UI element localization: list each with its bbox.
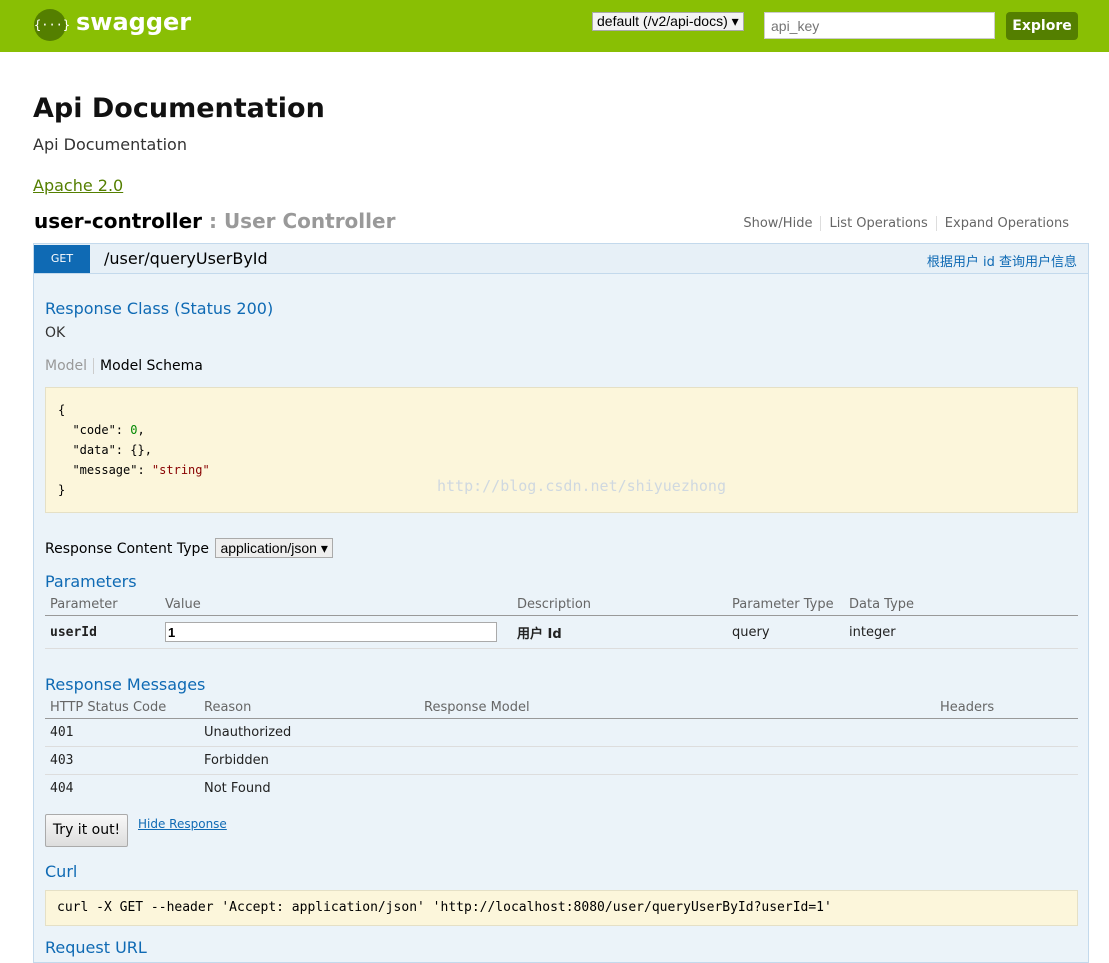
col-value: Value [160,594,512,616]
param-name: userId [45,615,160,649]
response-content-type-select[interactable]: application/json ▾ [215,538,333,558]
http-verb-badge[interactable]: GET [34,245,90,273]
col-headers: Headers [935,697,1078,719]
response-content-type-label: Response Content Type [45,541,209,557]
status-code: 401 [45,718,199,747]
col-parameter: Parameter [45,594,160,616]
schema-line: "code": 0, [58,423,145,437]
param-value-cell [160,615,512,649]
status-reason: Not Found [204,781,271,796]
spec-select[interactable]: default (/v2/api-docs) ▾ [592,12,744,31]
explore-button[interactable]: Explore [1006,12,1078,40]
col-reason: Reason [199,697,419,719]
show-hide-link[interactable]: Show/Hide [735,216,820,231]
curl-command[interactable]: curl -X GET --header 'Accept: applicatio… [45,890,1078,926]
operation-path[interactable]: /user/queryUserById [104,249,268,268]
operation-panel: GET /user/queryUserById 根据用户 id 查询用户信息 R… [33,243,1089,963]
col-parameter-type: Parameter Type [727,594,844,616]
curl-heading: Curl [45,862,78,881]
status-reason: Forbidden [199,746,419,775]
controller-name[interactable]: user-controller [34,209,202,233]
response-class-value: OK [45,325,66,341]
operation-summary[interactable]: 根据用户 id 查询用户信息 [927,251,1077,270]
controller-description: : User Controller [202,209,396,233]
col-description: Description [512,594,727,616]
param-type: query [727,615,844,649]
response-class-heading: Response Class (Status 200) [45,299,274,318]
status-code: 404 [50,781,74,796]
api-key-input[interactable] [764,12,995,39]
list-operations-link[interactable]: List Operations [820,216,936,231]
swagger-logo-icon: {···} [34,9,70,41]
controller-heading[interactable]: user-controller : User Controller [34,209,395,233]
license-link[interactable]: Apache 2.0 [33,176,123,195]
status-code: 403 [45,746,199,775]
api-description: Api Documentation [33,135,187,154]
col-data-type: Data Type [844,594,1078,616]
watermark: http://blog.csdn.net/shiyuezhong [437,477,726,495]
tab-model-schema[interactable]: Model Schema [94,358,203,374]
tab-model[interactable]: Model [45,358,95,374]
model-tabs: Model Model Schema [45,358,203,374]
col-response-model: Response Model [419,697,935,719]
response-messages-heading: Response Messages [45,675,206,694]
hide-response-link[interactable]: Hide Response [138,817,227,831]
try-it-out-button[interactable]: Try it out! [45,814,128,847]
table-row: userId 用户 Id query integer [45,615,1078,649]
parameters-table: Parameter Value Description Parameter Ty… [45,594,1078,649]
expand-operations-link[interactable]: Expand Operations [935,216,1077,231]
logo-text[interactable]: swagger [76,8,191,36]
table-row: 404 Not Found [45,775,1078,803]
table-row: 403 Forbidden [45,746,1078,775]
response-content-type: Response Content Type application/json ▾ [45,538,333,558]
response-messages-table: HTTP Status Code Reason Response Model H… [45,697,1078,802]
page-title: Api Documentation [33,93,325,124]
table-row: 401 Unauthorized [45,718,1078,747]
controller-ops: Show/Hide List Operations Expand Operation… [735,216,1077,231]
col-status-code: HTTP Status Code [45,697,199,719]
request-url-heading: Request URL [45,938,147,957]
schema-line: "data": {}, [58,443,152,457]
param-data-type: integer [844,615,1078,649]
top-bar: {···} swagger default (/v2/api-docs) ▾ E… [0,0,1109,52]
parameters-heading: Parameters [45,572,137,591]
param-description: 用户 Id [512,615,727,649]
status-reason: Unauthorized [199,718,419,747]
userid-input[interactable] [165,622,497,642]
schema-line: { [58,403,66,417]
operation-header[interactable]: GET /user/queryUserById 根据用户 id 查询用户信息 [34,244,1088,274]
